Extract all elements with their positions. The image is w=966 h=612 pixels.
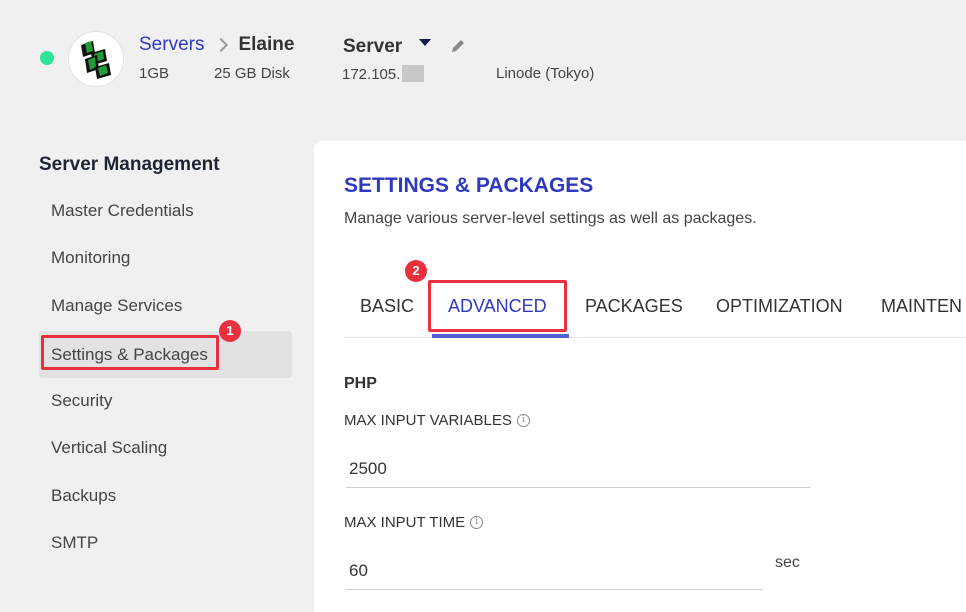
max-input-time-label-text: MAX INPUT TIME (344, 514, 466, 531)
max-input-variables-label-text: MAX INPUT VARIABLES (344, 412, 512, 429)
sidebar-item-vertical-scaling[interactable]: Vertical Scaling (39, 424, 292, 471)
max-input-variables-label: MAX INPUT VARIABLES i (344, 412, 530, 429)
server-ip-text: 172.105. (342, 66, 401, 83)
annotation-step-1-badge: 1 (219, 320, 241, 342)
server-label: Server (343, 36, 403, 57)
server-provider-logo (68, 31, 124, 87)
sidebar-item-monitoring[interactable]: Monitoring (39, 234, 292, 281)
sidebar-item-master-credentials[interactable]: Master Credentials (39, 187, 292, 234)
settings-panel: SETTINGS & PACKAGES Manage various serve… (314, 141, 966, 612)
breadcrumb-servers-link[interactable]: Servers (139, 34, 204, 56)
sidebar-item-manage-services[interactable]: Manage Services (39, 282, 292, 329)
sidebar-item-smtp[interactable]: SMTP (39, 519, 292, 566)
breadcrumb-current-server: Elaine (238, 34, 295, 55)
max-input-time-input[interactable] (346, 552, 763, 590)
max-input-time-unit: sec (775, 554, 800, 571)
server-status-dot (40, 51, 54, 65)
tab-advanced[interactable]: ADVANCED (448, 296, 547, 317)
server-provider: Linode (Tokyo) (496, 65, 595, 82)
max-input-time-label: MAX INPUT TIME i (344, 514, 484, 531)
sidebar-item-settings-packages[interactable]: Settings & Packages (39, 331, 292, 378)
info-icon[interactable]: i (470, 516, 484, 529)
tab-maintenance[interactable]: MAINTEN (881, 296, 962, 317)
section-title-php: PHP (344, 375, 377, 392)
info-icon[interactable]: i (516, 414, 530, 427)
pencil-icon[interactable] (450, 38, 466, 59)
sidebar-item-security[interactable]: Security (39, 377, 292, 424)
page-title: SETTINGS & PACKAGES (344, 174, 594, 197)
breadcrumb: Servers Elaine (139, 34, 294, 56)
sidebar-title: Server Management (39, 154, 220, 175)
page-description: Manage various server-level settings as … (344, 210, 757, 227)
sidebar-item-backups[interactable]: Backups (39, 472, 292, 519)
ip-redaction (402, 65, 425, 82)
server-ram: 1GB (139, 65, 170, 82)
linode-icon (81, 41, 111, 79)
tab-packages[interactable]: PACKAGES (585, 296, 683, 317)
max-input-variables-input[interactable] (346, 450, 810, 488)
annotation-step-2-badge: 2 (405, 260, 427, 282)
tab-optimization[interactable]: OPTIMIZATION (716, 296, 843, 317)
server-disk: 25 GB Disk (214, 65, 290, 82)
server-ip: 172.105. (342, 65, 425, 83)
caret-down-icon[interactable] (419, 39, 431, 46)
active-tab-indicator (432, 334, 569, 338)
chevron-right-icon (214, 37, 229, 53)
tab-basic[interactable]: BASIC (360, 296, 414, 317)
